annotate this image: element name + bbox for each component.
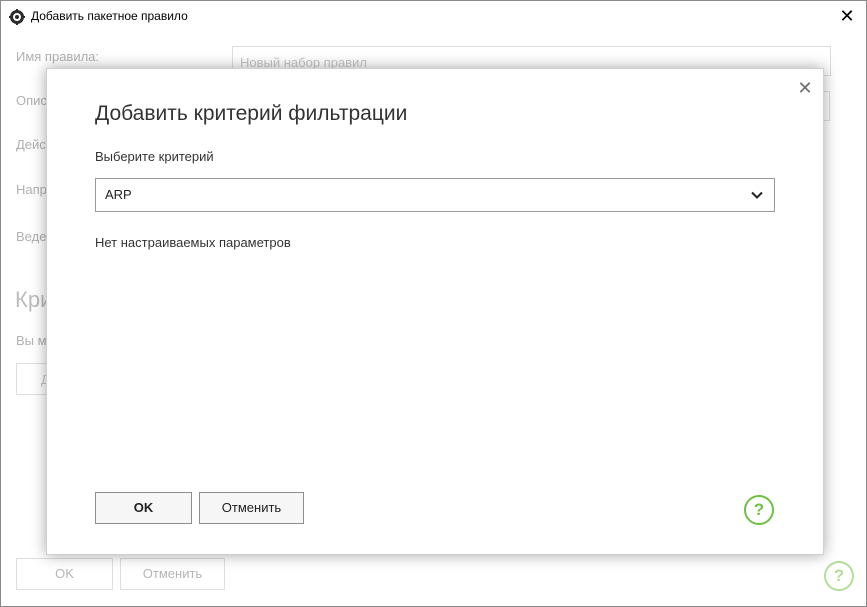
logging-label: Веде — [16, 229, 47, 244]
add-packet-rule-window: Добавить пакетное правило ✕ Имя правила:… — [0, 0, 867, 607]
title-bar: Добавить пакетное правило ✕ — [1, 1, 866, 32]
background-ok-button[interactable]: OK — [16, 558, 113, 590]
action-label: Дейс — [16, 137, 46, 152]
criteria-hint: Вы м — [16, 333, 47, 348]
criterion-selected-value: ARP — [105, 187, 132, 202]
dialog-title: Добавить критерий фильтрации — [95, 102, 408, 125]
window-close-icon[interactable]: ✕ — [836, 5, 858, 27]
cancel-button[interactable]: Отменить — [199, 492, 304, 524]
chevron-down-icon — [751, 191, 763, 199]
rule-name-label: Имя правила: — [16, 49, 100, 64]
background-cancel-button[interactable]: Отменить — [120, 558, 225, 590]
window-title: Добавить пакетное правило — [31, 9, 188, 23]
dialog-close-icon[interactable]: ✕ — [796, 79, 814, 97]
ok-button[interactable]: OK — [95, 492, 192, 524]
criterion-select[interactable]: ARP — [95, 178, 775, 212]
add-filter-criterion-dialog: ✕ Добавить критерий фильтрации Выберите … — [46, 68, 824, 555]
no-params-text: Нет настраиваемых параметров — [95, 235, 291, 250]
direction-label: Напр — [16, 182, 47, 197]
gear-app-icon — [9, 9, 25, 25]
help-icon[interactable]: ? — [744, 495, 774, 525]
background-help-icon[interactable]: ? — [824, 561, 854, 591]
add-criterion-button[interactable]: Д — [16, 363, 48, 395]
criterion-label: Выберите критерий — [95, 149, 214, 164]
description-label: Опис — [16, 93, 47, 108]
